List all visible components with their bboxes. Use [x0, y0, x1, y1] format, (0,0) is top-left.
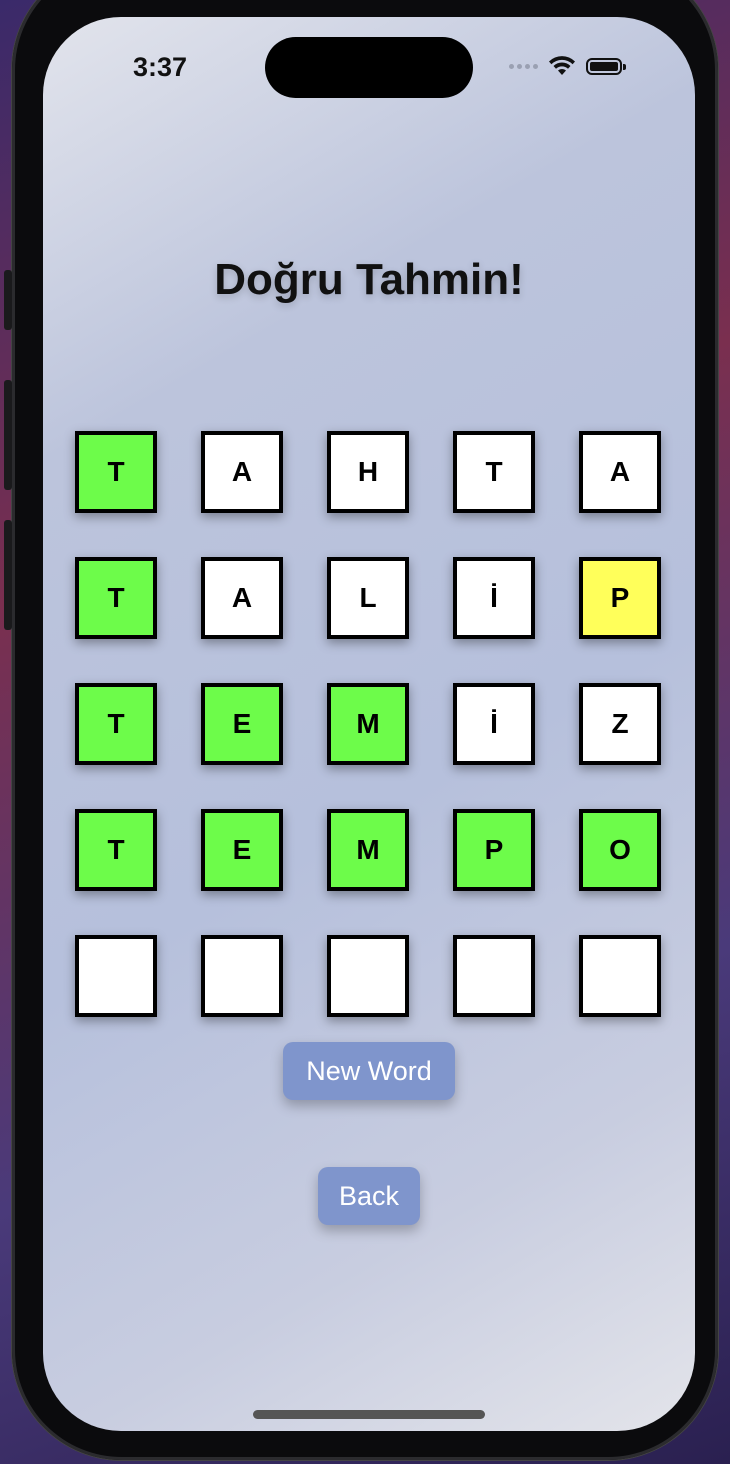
cellular-dots-icon — [509, 63, 538, 69]
letter-tile: M — [327, 683, 409, 765]
letter-tile: İ — [453, 557, 535, 639]
volume-up-button — [4, 380, 12, 490]
letter-tile: T — [75, 431, 157, 513]
letter-tile: İ — [453, 683, 535, 765]
app-screen: 3:37 Doğru Tahmin! TAHTATALİPTEMİZTEMPO … — [43, 17, 695, 1431]
letter-tile — [201, 935, 283, 1017]
letter-tile: E — [201, 683, 283, 765]
letter-tile — [75, 935, 157, 1017]
battery-icon — [586, 57, 626, 75]
status-icons — [509, 51, 626, 81]
letter-tile: T — [75, 557, 157, 639]
letter-tile — [453, 935, 535, 1017]
new-word-button[interactable]: New Word — [283, 1042, 455, 1100]
result-title: Doğru Tahmin! — [214, 255, 524, 304]
letter-tile: P — [453, 809, 535, 891]
back-button[interactable]: Back — [318, 1167, 420, 1225]
letter-tile: H — [327, 431, 409, 513]
dynamic-island — [265, 37, 473, 98]
letter-tile: A — [201, 557, 283, 639]
letter-tile: A — [201, 431, 283, 513]
letter-tile: P — [579, 557, 661, 639]
letter-tile: T — [75, 809, 157, 891]
home-indicator[interactable] — [253, 1410, 485, 1419]
letter-tile: M — [327, 809, 409, 891]
letter-tile: T — [453, 431, 535, 513]
guess-grid: TAHTATALİPTEMİZTEMPO — [75, 431, 661, 1017]
letter-tile: E — [201, 809, 283, 891]
action-button — [4, 270, 12, 330]
letter-tile: T — [75, 683, 157, 765]
volume-down-button — [4, 520, 12, 630]
letter-tile — [327, 935, 409, 1017]
wifi-icon — [549, 56, 575, 75]
letter-tile: L — [327, 557, 409, 639]
letter-tile — [579, 935, 661, 1017]
letter-tile: Z — [579, 683, 661, 765]
letter-tile: O — [579, 809, 661, 891]
letter-tile: A — [579, 431, 661, 513]
status-time: 3:37 — [133, 52, 188, 82]
